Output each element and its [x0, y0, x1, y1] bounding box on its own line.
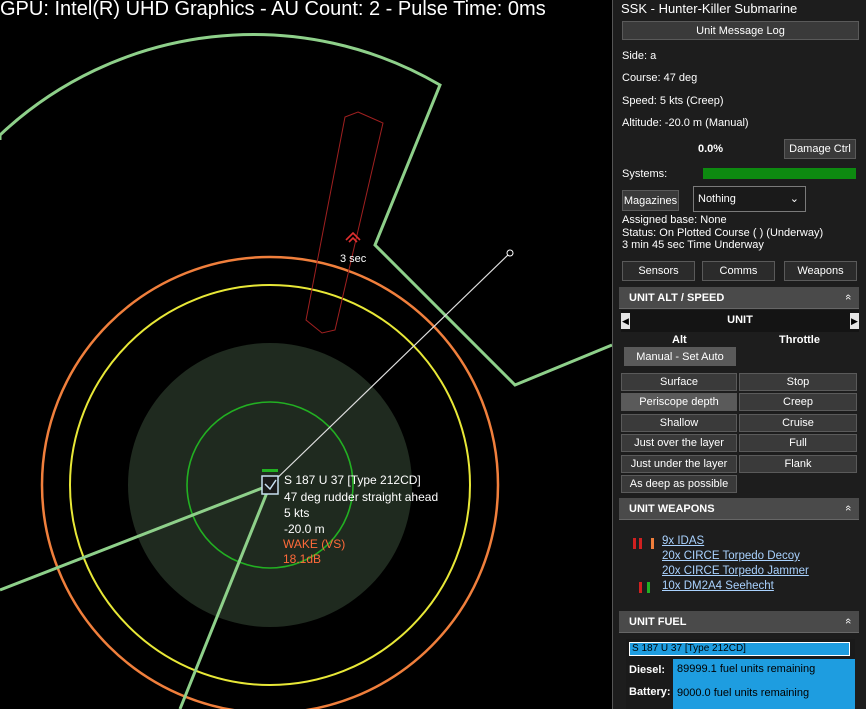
weapons-section-title: UNIT WEAPONS	[629, 503, 715, 515]
fuel-unit-name: S 187 U 37 [Type 212CD]	[629, 642, 850, 656]
weapon-status-icon	[639, 538, 642, 549]
collapse-icon[interactable]: «	[842, 505, 854, 511]
weapon-status-icon	[651, 538, 654, 549]
weapon-item-seehecht[interactable]: 10x DM2A4 Seehecht	[662, 580, 774, 592]
altitude-text: Altitude: -20.0 m (Manual)	[622, 117, 749, 129]
diesel-label: Diesel:	[629, 664, 666, 676]
fuel-box: S 187 U 37 [Type 212CD] Diesel: 89999.1 …	[626, 639, 855, 709]
magazine-select-value: Nothing	[698, 193, 736, 205]
diesel-value: 89999.1 fuel units remaining	[673, 659, 855, 683]
unit-course-label: 47 deg rudder straight ahead	[284, 490, 439, 504]
weapon-item-decoy[interactable]: 20x CIRCE Torpedo Decoy	[662, 550, 800, 562]
unit-speed-label: 5 kts	[284, 506, 310, 520]
status-text: Status: On Plotted Course ( ) (Underway)	[622, 227, 824, 239]
unit-selector: ◀ UNIT ▶	[621, 310, 859, 332]
weapon-item-jammer[interactable]: 20x CIRCE Torpedo Jammer	[662, 565, 809, 577]
alt-speed-section-title: UNIT ALT / SPEED	[629, 292, 725, 304]
magazines-button[interactable]: Magazines	[622, 190, 679, 211]
alt-over-layer-button[interactable]: Just over the layer	[621, 434, 737, 452]
unit-depth-label: -20.0 m	[284, 522, 325, 536]
unit-wake-label: WAKE (VS)	[283, 537, 346, 551]
alt-under-layer-button[interactable]: Just under the layer	[621, 455, 737, 473]
weapons-button[interactable]: Weapons	[784, 261, 857, 281]
sonar-arc	[0, 33, 612, 387]
next-unit-icon[interactable]: ▶	[850, 313, 859, 329]
tactical-map[interactable]: GPU: Intel(R) UHD Graphics - AU Count: 2…	[0, 0, 612, 709]
side-text: Side: a	[622, 50, 657, 62]
contact-icon[interactable]	[345, 231, 361, 243]
alt-shallow-button[interactable]: Shallow	[621, 414, 737, 432]
throttle-stop-button[interactable]: Stop	[739, 373, 857, 391]
battery-value: 9000.0 fuel units remaining	[673, 683, 855, 709]
gpu-info-text: GPU: Intel(R) UHD Graphics - AU Count: 2…	[0, 0, 546, 20]
alt-surface-button[interactable]: Surface	[621, 373, 737, 391]
assigned-base-text: Assigned base: None	[622, 214, 727, 226]
weapon-status-icon	[647, 582, 650, 593]
damage-percent: 0.0%	[698, 143, 724, 155]
throttle-cruise-button[interactable]: Cruise	[739, 414, 857, 432]
manual-set-auto-button[interactable]: Manual - Set Auto	[624, 347, 736, 366]
collapse-icon[interactable]: «	[842, 618, 854, 624]
submarine-icon[interactable]	[261, 475, 279, 495]
fuel-section-title: UNIT FUEL	[629, 616, 687, 628]
alt-column-label: Alt	[672, 334, 687, 346]
unit-status-panel: SSK - Hunter-Killer Submarine Unit Messa…	[612, 0, 866, 709]
chevron-down-icon: ⌄	[789, 193, 799, 205]
fuel-section-header[interactable]: UNIT FUEL «	[619, 611, 859, 633]
comms-button[interactable]: Comms	[702, 261, 775, 281]
unit-title: SSK - Hunter-Killer Submarine	[621, 1, 798, 16]
battery-label: Battery:	[629, 686, 671, 698]
weapon-status-icon	[633, 538, 636, 549]
alt-speed-section-header[interactable]: UNIT ALT / SPEED «	[619, 287, 859, 309]
damage-control-button[interactable]: Damage Ctrl	[784, 139, 856, 159]
systems-health-bar	[703, 168, 856, 179]
unit-db-label: 18.1dB	[283, 552, 322, 566]
map-graphics	[0, 33, 612, 709]
time-underway-text: 3 min 45 sec Time Underway	[622, 239, 764, 251]
collapse-icon[interactable]: «	[842, 294, 854, 300]
alt-deep-button[interactable]: As deep as possible	[621, 475, 737, 493]
speed-text: Speed: 5 kts (Creep)	[622, 95, 724, 107]
weapon-item-idas[interactable]: 9x IDAS	[662, 535, 704, 547]
weapons-section-header[interactable]: UNIT WEAPONS «	[619, 498, 859, 520]
throttle-column-label: Throttle	[779, 334, 820, 346]
sensors-button[interactable]: Sensors	[622, 261, 695, 281]
course-text: Course: 47 deg	[622, 72, 698, 84]
throttle-creep-button[interactable]: Creep	[739, 393, 857, 411]
throttle-full-button[interactable]: Full	[739, 434, 857, 452]
unit-heading-bar	[262, 469, 278, 472]
alt-periscope-button[interactable]: Periscope depth	[621, 393, 737, 411]
waypoint-marker[interactable]	[506, 249, 514, 257]
unit-selector-label: UNIT	[727, 314, 753, 326]
throttle-flank-button[interactable]: Flank	[739, 455, 857, 473]
magazine-select[interactable]: Nothing ⌄	[693, 186, 806, 212]
contact-time-label: 3 sec	[340, 253, 367, 265]
systems-label: Systems:	[622, 168, 668, 180]
weapon-status-icon	[639, 582, 642, 593]
unit-message-log-button[interactable]: Unit Message Log	[622, 21, 859, 40]
unit-name-label: S 187 U 37 [Type 212CD]	[284, 473, 421, 487]
